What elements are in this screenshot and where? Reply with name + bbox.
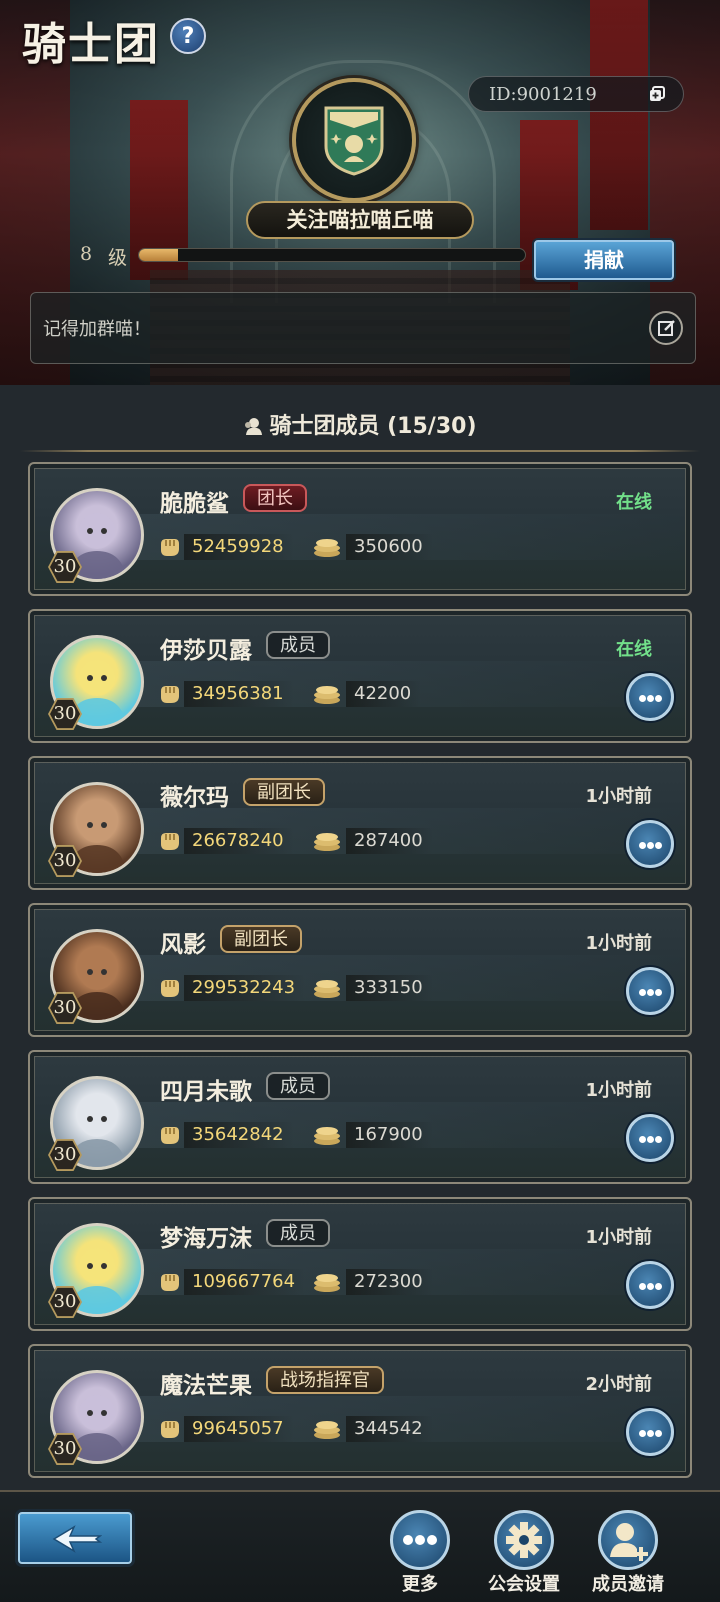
member-role-badge: 成员 [266, 1219, 330, 1247]
member-contribution: 167900 [346, 1122, 433, 1148]
member-role-badge: 副团长 [220, 925, 302, 953]
back-arrow-icon [52, 1525, 102, 1553]
member-name: 魔法芒果 [160, 1373, 252, 1399]
donate-button[interactable]: 捐献 [534, 240, 674, 280]
member-power: 34956381 [184, 681, 294, 707]
more-label: 更多 [402, 1574, 438, 1595]
member-role-badge: 团长 [243, 484, 307, 512]
fist-icon [161, 686, 179, 703]
member-card[interactable]: 30 风影 副团长 1小时前 299532243 333150 [28, 903, 692, 1037]
section-divider [20, 450, 700, 452]
guild-notice-text: 记得加群喵！ [43, 319, 151, 340]
coin-stack-icon [314, 539, 340, 557]
member-options-button[interactable] [626, 1408, 674, 1456]
member-role-badge: 成员 [266, 1072, 330, 1100]
guild-id-pill: ID:9001219 [468, 76, 684, 112]
member-card[interactable]: 30 四月未歌 成员 1小时前 35642842 167900 [28, 1050, 692, 1184]
fist-icon [161, 539, 179, 556]
fist-icon [161, 833, 179, 850]
guild-emblem [292, 78, 416, 202]
guild-header: 骑士团 ? ID:9001219 关注喵拉喵丘喵 8 级 捐献 记得加群喵！ [0, 0, 720, 385]
member-options-button[interactable] [626, 967, 674, 1015]
fist-icon [161, 1127, 179, 1144]
back-button[interactable] [18, 1512, 132, 1564]
edit-notice-button[interactable] [649, 311, 683, 345]
member-name: 梦海万沫 [160, 1226, 252, 1252]
guild-name: 关注喵拉喵丘喵 [246, 201, 474, 239]
member-name: 风影 [160, 932, 206, 958]
member-power: 99645057 [184, 1416, 294, 1442]
shield-icon [324, 106, 384, 176]
member-card[interactable]: 30 梦海万沫 成员 1小时前 109667764 272300 [28, 1197, 692, 1331]
member-power: 52459928 [184, 534, 294, 560]
member-power: 109667764 [184, 1269, 306, 1295]
fist-icon [161, 1274, 179, 1291]
bottom-bar: 更多 公会设置 成员邀请 [0, 1490, 720, 1602]
ellipsis-icon [403, 1535, 437, 1545]
coin-stack-icon [314, 980, 340, 998]
member-icon [245, 418, 263, 435]
fist-icon [161, 1421, 179, 1438]
guild-exp-fill [139, 249, 178, 261]
member-options-button[interactable] [626, 820, 674, 868]
member-name: 脆脆鲨 [160, 491, 229, 517]
member-role-badge: 成员 [266, 631, 330, 659]
member-status: 1小时前 [585, 1227, 652, 1248]
member-contribution: 272300 [346, 1269, 433, 1295]
guild-level-unit: 级 [108, 247, 128, 269]
member-role-badge: 战场指挥官 [266, 1366, 384, 1394]
member-card[interactable]: 30 魔法芒果 战场指挥官 2小时前 99645057 344542 [28, 1344, 692, 1478]
member-status: 2小时前 [585, 1374, 652, 1395]
guild-settings-button[interactable] [494, 1510, 554, 1570]
member-name: 伊莎贝露 [160, 638, 252, 664]
member-name: 四月未歌 [160, 1079, 252, 1105]
member-contribution: 42200 [346, 681, 422, 707]
help-button[interactable]: ? [170, 18, 206, 54]
member-contribution: 333150 [346, 975, 433, 1001]
member-role-badge: 副团长 [243, 778, 325, 806]
member-card[interactable]: 30 薇尔玛 副团长 1小时前 26678240 287400 [28, 756, 692, 890]
member-power: 35642842 [184, 1122, 294, 1148]
member-status: 在线 [616, 492, 652, 513]
member-contribution: 350600 [346, 534, 433, 560]
member-status: 1小时前 [585, 933, 652, 954]
member-contribution: 344542 [346, 1416, 433, 1442]
guild-level-number: 8 [80, 243, 93, 265]
add-member-icon [610, 1523, 648, 1561]
more-button[interactable] [390, 1510, 450, 1570]
member-status: 在线 [616, 639, 652, 660]
guild-exp-bar [138, 248, 526, 262]
member-contribution: 287400 [346, 828, 433, 854]
guild-notice: 记得加群喵！ [30, 292, 696, 364]
guild-id-text: ID:9001219 [489, 84, 597, 105]
page-title: 骑士团 [22, 19, 160, 70]
copy-icon[interactable] [649, 86, 665, 102]
member-status: 1小时前 [585, 1080, 652, 1101]
coin-stack-icon [314, 1127, 340, 1145]
member-power: 26678240 [184, 828, 294, 854]
member-card[interactable]: 30 脆脆鲨 团长 在线 52459928 350600 [28, 462, 692, 596]
invite-member-button[interactable] [598, 1510, 658, 1570]
member-options-button[interactable] [626, 1114, 674, 1162]
gear-icon [506, 1522, 542, 1558]
member-card[interactable]: 30 伊莎贝露 成员 在线 34956381 42200 [28, 609, 692, 743]
member-power: 299532243 [184, 975, 306, 1001]
coin-stack-icon [314, 833, 340, 851]
member-name: 薇尔玛 [160, 785, 229, 811]
member-options-button[interactable] [626, 673, 674, 721]
coin-stack-icon [314, 1274, 340, 1292]
member-status: 1小时前 [585, 786, 652, 807]
members-count-label: 骑士团成员 (15/30) [269, 414, 477, 439]
members-section-title: 骑士团成员 (15/30) [0, 408, 720, 440]
edit-icon [658, 320, 675, 336]
coin-stack-icon [314, 1421, 340, 1439]
invite-member-label: 成员邀请 [592, 1574, 664, 1595]
fist-icon [161, 980, 179, 997]
member-options-button[interactable] [626, 1261, 674, 1309]
coin-stack-icon [314, 686, 340, 704]
guild-settings-label: 公会设置 [488, 1574, 560, 1595]
